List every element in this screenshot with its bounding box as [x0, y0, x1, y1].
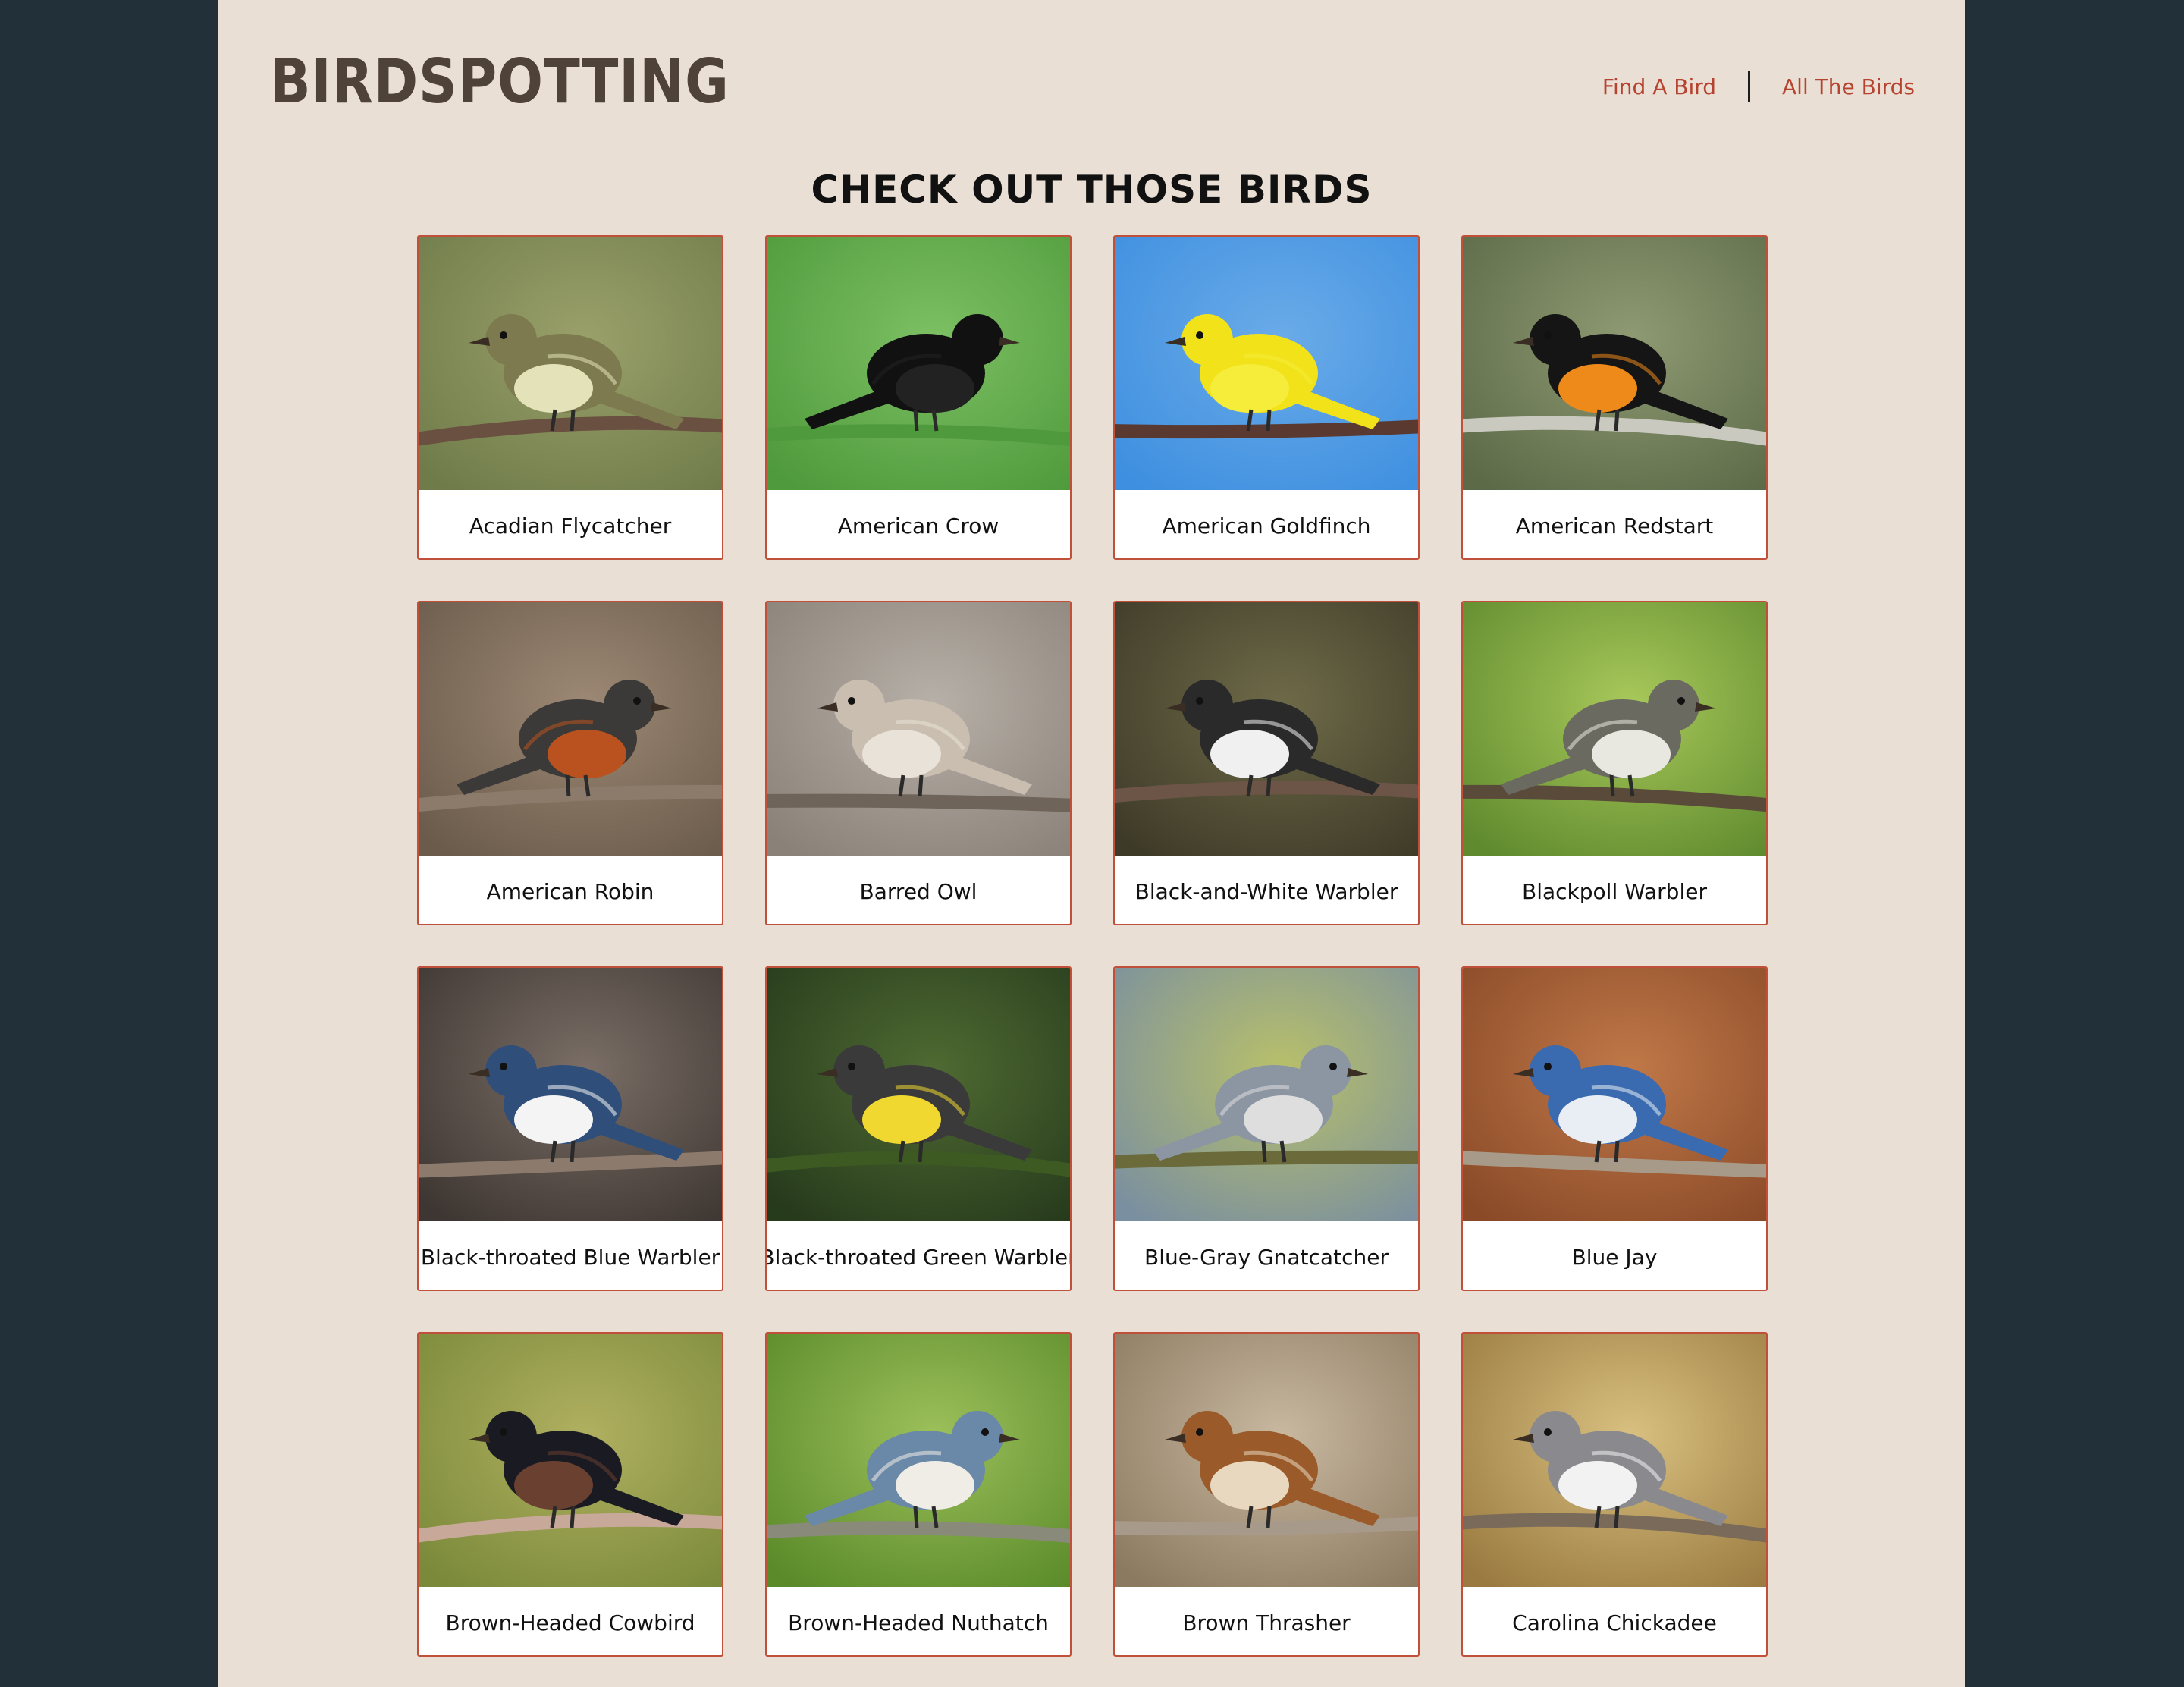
- bird-card[interactable]: Blue Jay: [1461, 966, 1768, 1291]
- bird-name: Acadian Flycatcher: [469, 513, 672, 539]
- bird-name: American Redstart: [1515, 513, 1714, 539]
- page-title: CHECK OUT THOSE BIRDS: [811, 168, 1373, 212]
- bird-photo: [1463, 602, 1766, 856]
- bird-card[interactable]: Black-throated Green Warbler: [765, 966, 1072, 1291]
- bird-photo: [1463, 237, 1766, 490]
- bird-card[interactable]: Barred Owl: [765, 601, 1072, 925]
- bird-name: Blue-Gray Gnatcatcher: [1144, 1244, 1389, 1270]
- bird-photo: [767, 602, 1070, 856]
- bird-name: Carolina Chickadee: [1512, 1610, 1717, 1635]
- bird-name: Black-throated Green Warbler: [765, 1244, 1072, 1270]
- bird-photo: [419, 1334, 722, 1587]
- bird-photo: [767, 968, 1070, 1221]
- page-container: BIRDSPOTTING Find A Bird All The Birds C…: [218, 0, 1965, 1687]
- bird-name: Blue Jay: [1571, 1244, 1658, 1270]
- bird-card[interactable]: American Goldfinch: [1113, 235, 1420, 560]
- bird-card[interactable]: American Crow: [765, 235, 1072, 560]
- bird-photo: [1115, 968, 1418, 1221]
- bird-card[interactable]: Black-and-White Warbler: [1113, 601, 1420, 925]
- bird-photo: [767, 237, 1070, 490]
- bird-photo: [1115, 602, 1418, 856]
- bird-grid: Acadian Flycatcher American Crow American …: [417, 235, 1768, 1657]
- bird-name: Black-and-White Warbler: [1134, 878, 1398, 904]
- bird-card[interactable]: Blue-Gray Gnatcatcher: [1113, 966, 1420, 1291]
- bird-photo: [1115, 237, 1418, 490]
- bird-card[interactable]: Acadian Flycatcher: [417, 235, 723, 560]
- bird-photo: [1115, 1334, 1418, 1587]
- bird-photo: [419, 968, 722, 1221]
- bird-card[interactable]: Blackpoll Warbler: [1461, 601, 1768, 925]
- bird-photo: [1463, 1334, 1766, 1587]
- bird-name: Barred Owl: [859, 878, 977, 904]
- bird-name: Brown-Headed Nuthatch: [788, 1610, 1049, 1635]
- bird-card[interactable]: Brown Thrasher: [1113, 1332, 1420, 1657]
- nav-divider: [1748, 71, 1751, 102]
- bird-card[interactable]: Carolina Chickadee: [1461, 1332, 1768, 1657]
- bird-photo: [767, 1334, 1070, 1587]
- bird-name: Blackpoll Warbler: [1522, 878, 1707, 904]
- bird-card[interactable]: Black-throated Blue Warbler: [417, 966, 723, 1291]
- bird-photo: [419, 237, 722, 490]
- bird-name: American Goldfinch: [1162, 513, 1371, 539]
- bird-photo: [419, 602, 722, 856]
- bird-card[interactable]: Brown-Headed Cowbird: [417, 1332, 723, 1657]
- bird-card[interactable]: American Redstart: [1461, 235, 1768, 560]
- site-logo[interactable]: BIRDSPOTTING: [270, 49, 730, 115]
- bird-photo: [1463, 968, 1766, 1221]
- bird-name: Brown-Headed Cowbird: [445, 1610, 695, 1635]
- bird-card[interactable]: Brown-Headed Nuthatch: [765, 1332, 1072, 1657]
- main-nav: Find A Bird All The Birds: [1602, 71, 1915, 102]
- nav-link-all-the-birds[interactable]: All The Birds: [1782, 74, 1915, 99]
- nav-link-find-a-bird[interactable]: Find A Bird: [1602, 74, 1716, 99]
- bird-name: Brown Thrasher: [1182, 1610, 1351, 1635]
- bird-name: American Crow: [837, 513, 999, 539]
- bird-name: American Robin: [486, 878, 654, 904]
- bird-name: Black-throated Blue Warbler: [420, 1244, 720, 1270]
- bird-card[interactable]: American Robin: [417, 601, 723, 925]
